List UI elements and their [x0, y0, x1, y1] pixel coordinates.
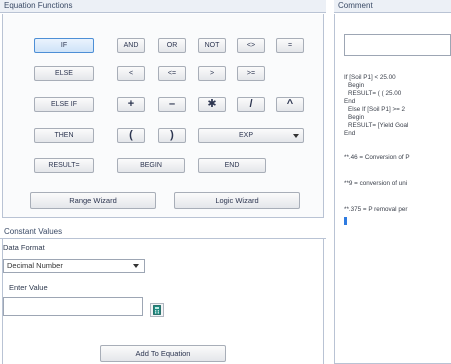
equals-button[interactable]: =: [276, 38, 304, 53]
exp-label: EXP: [238, 132, 253, 139]
data-format-value: Decimal Number: [7, 261, 63, 270]
exp-dropdown[interactable]: EXP: [198, 128, 304, 143]
comment-line: **9 = conversion of uni: [344, 180, 408, 187]
equation-functions-header: Equation Functions: [0, 0, 326, 13]
calculator-icon[interactable]: [150, 303, 164, 317]
equation-functions-title: Equation Functions: [4, 1, 73, 10]
greater-than-button[interactable]: >: [198, 66, 226, 81]
less-than-button[interactable]: <: [117, 66, 145, 81]
or-button[interactable]: OR: [158, 38, 186, 53]
enter-value-label: Enter Value: [9, 283, 48, 292]
begin-button[interactable]: BEGIN: [117, 158, 185, 173]
and-button[interactable]: AND: [117, 38, 145, 53]
then-button[interactable]: THEN: [34, 128, 94, 143]
comment-line: End: [344, 98, 356, 105]
open-paren-button[interactable]: (: [117, 128, 145, 143]
comment-line: **.46 = Conversion of P: [344, 154, 410, 161]
comment-line: Begin: [348, 114, 365, 121]
comment-line: Begin: [348, 82, 365, 89]
else-if-button[interactable]: ELSE IF: [34, 97, 94, 112]
range-wizard-button[interactable]: Range Wizard: [30, 192, 156, 209]
close-paren-button[interactable]: ): [158, 128, 186, 143]
chevron-down-icon: [293, 134, 299, 138]
text-cursor: [344, 217, 347, 225]
multiply-button[interactable]: ✱: [198, 97, 226, 112]
end-button[interactable]: END: [198, 158, 266, 173]
less-equal-button[interactable]: <=: [158, 66, 186, 81]
plus-button[interactable]: +: [117, 97, 145, 112]
comment-line: **.375 = P removal per: [344, 206, 408, 213]
chevron-down-icon: [133, 264, 139, 268]
if-button[interactable]: IF: [34, 38, 94, 53]
power-button[interactable]: ^: [276, 97, 304, 112]
comment-top-field[interactable]: [344, 34, 451, 56]
constant-values-header: Constant Values: [0, 226, 326, 239]
add-to-equation-button[interactable]: Add To Equation: [100, 345, 226, 362]
comment-text[interactable]: If [Soil P1] < 25.00 Begin RESULT= ( ( 2…: [344, 74, 451, 274]
divide-button[interactable]: /: [237, 97, 265, 112]
comment-line: End: [344, 130, 356, 137]
not-button[interactable]: NOT: [198, 38, 226, 53]
not-equal-button[interactable]: <>: [237, 38, 265, 53]
result-button[interactable]: RESULT=: [34, 158, 94, 173]
comment-header: Comment: [334, 0, 451, 13]
logic-wizard-button[interactable]: Logic Wizard: [174, 192, 300, 209]
constant-values-title: Constant Values: [4, 227, 63, 236]
comment-title: Comment: [338, 1, 373, 10]
data-format-select[interactable]: Decimal Number: [3, 259, 145, 273]
data-format-label: Data Format: [3, 243, 45, 252]
comment-line: If [Soil P1] < 25.00: [344, 74, 396, 81]
enter-value-input[interactable]: [3, 297, 143, 316]
minus-button[interactable]: –: [158, 97, 186, 112]
comment-line: RESULT= [Yield Goal: [348, 122, 409, 129]
else-button[interactable]: ELSE: [34, 66, 94, 81]
comment-line: Else If [Soil P1] >= 2: [348, 106, 406, 113]
greater-equal-button[interactable]: >=: [237, 66, 265, 81]
comment-line: RESULT= ( ( 25.00: [348, 90, 402, 97]
